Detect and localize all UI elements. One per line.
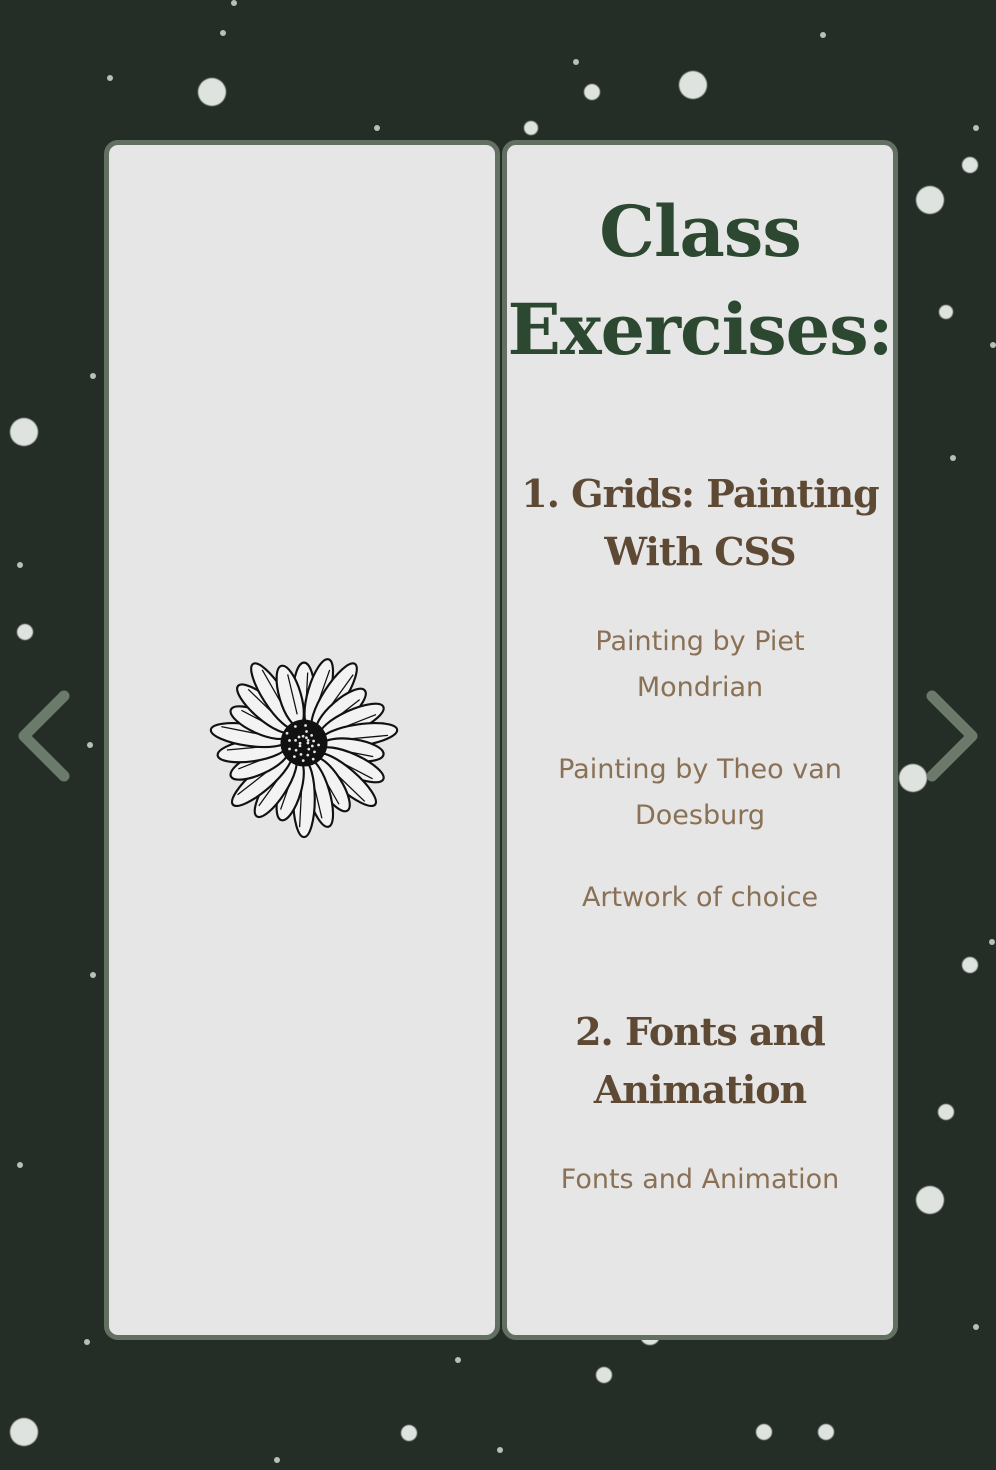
snowflake [524, 121, 538, 135]
flower-center-dot [298, 744, 302, 748]
flower-center-dot [294, 738, 297, 742]
flower-center-dot [307, 747, 311, 751]
list-item[interactable]: Fonts and Animation [507, 1157, 893, 1203]
flower-center-dot [298, 741, 302, 745]
snowflake [17, 624, 33, 640]
section-heading-fonts: 2. Fonts and Animation [575, 1009, 826, 1112]
flower-center-dot [305, 730, 308, 733]
flower-center-dot [301, 734, 305, 738]
flower-center-dot [288, 747, 291, 751]
snowflake [573, 59, 579, 65]
snowflake [596, 1367, 612, 1383]
snowflake [916, 1186, 944, 1214]
flower-center-dot [301, 759, 305, 763]
daisy-flower-illustration [209, 658, 399, 839]
snowflake [220, 30, 226, 36]
snowflake [497, 1447, 503, 1453]
flower-center-dot [304, 724, 307, 727]
snowflake [17, 1162, 23, 1168]
snowflake [90, 373, 96, 379]
snowflake [107, 75, 113, 81]
flower-center-dot [313, 750, 316, 754]
flower-center-dot [294, 748, 298, 752]
snowflake [679, 71, 707, 99]
snowflake [962, 957, 978, 973]
snowflake [90, 972, 96, 978]
chevron-right-icon [926, 690, 978, 782]
flower-center-dot [305, 736, 308, 740]
snowflake [17, 562, 23, 568]
snowflake [973, 125, 979, 131]
flower-center-dot [310, 733, 314, 737]
snowflake [374, 125, 380, 131]
snowflake [87, 742, 93, 748]
snowflake [10, 1418, 38, 1446]
flower-center-dot [285, 731, 289, 735]
flower-center-dot [306, 741, 310, 745]
snowflake [916, 186, 944, 214]
flower-center-dot [311, 757, 315, 761]
snowflake [973, 1324, 979, 1330]
flower-center-dot [312, 739, 315, 743]
flower-center-dot [293, 755, 296, 758]
list-item[interactable]: Artwork of choice [507, 875, 893, 921]
snowflake [84, 1339, 90, 1345]
snowflake [584, 84, 600, 100]
snowflake [950, 455, 956, 461]
page-title: Class Exercises: [507, 190, 894, 371]
snowflake [990, 342, 996, 348]
snowflake [10, 418, 38, 446]
exercises-content: Class Exercises: 1. Grids: Painting With… [507, 183, 894, 1203]
book-right-page: Class Exercises: 1. Grids: Painting With… [502, 140, 898, 1340]
flower-center-dot [310, 744, 314, 748]
snowflake [939, 305, 953, 319]
section-items-fonts: Fonts and Animation [507, 1157, 893, 1203]
snowflake [198, 78, 226, 106]
flower-center-dot [299, 752, 303, 756]
snowflake [274, 1457, 280, 1463]
snowflake [231, 0, 237, 6]
snowflake [756, 1424, 772, 1440]
flower-center-dot [306, 753, 310, 757]
snowflake [989, 939, 995, 945]
snowflake [818, 1424, 834, 1440]
flower-center-dot [294, 725, 297, 728]
snowflake [455, 1357, 461, 1363]
snowflake [938, 1104, 954, 1120]
list-item[interactable]: Painting by Theo van Doesburg [507, 747, 893, 839]
section-heading-grids: 1. Grids: Painting With CSS [521, 471, 879, 574]
next-page-button[interactable] [922, 690, 982, 782]
snowflake [820, 32, 826, 38]
snowflake [962, 157, 978, 173]
section-items-grids: Painting by Piet Mondrian Painting by Th… [507, 619, 893, 921]
list-item[interactable]: Painting by Piet Mondrian [507, 619, 893, 711]
page-stage: Class Exercises: 1. Grids: Painting With… [0, 0, 996, 1470]
flower-center-dot [297, 735, 301, 739]
snowflake [401, 1425, 417, 1441]
previous-page-button[interactable] [14, 690, 74, 782]
book-left-page [104, 140, 500, 1340]
flower-center-dot [288, 739, 291, 742]
chevron-left-icon [18, 690, 70, 782]
flower-center-dot [317, 743, 320, 747]
flower-center-dot [306, 738, 310, 742]
